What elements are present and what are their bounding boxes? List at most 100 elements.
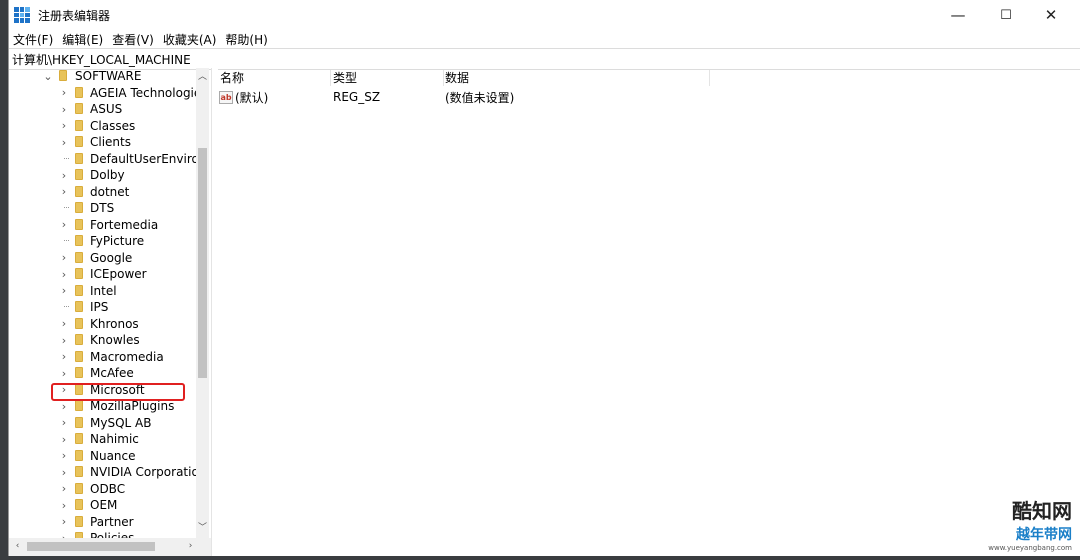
tree-item-mcafee[interactable]: › McAfee <box>9 365 199 381</box>
value-row-name[interactable]: ab (默认) <box>219 88 268 106</box>
column-header-type[interactable]: 类型 <box>333 68 357 86</box>
chevron-right-icon[interactable]: › <box>59 366 69 380</box>
tree-item-knowles[interactable]: › Knowles <box>9 332 199 348</box>
tree-item-label: AGEIA Technologie <box>90 85 202 100</box>
chevron-right-icon[interactable]: › <box>59 482 69 496</box>
tree-item-classes[interactable]: › Classes <box>9 118 199 134</box>
folder-icon <box>75 301 83 312</box>
chevron-right-icon[interactable]: › <box>59 317 69 331</box>
scroll-down-icon[interactable]: ﹀ <box>197 520 208 533</box>
chevron-right-icon[interactable]: › <box>59 86 69 100</box>
tree-item-dotnet[interactable]: › dotnet <box>9 184 199 200</box>
tree-item-ageia-technologie[interactable]: › AGEIA Technologie <box>9 85 202 101</box>
tree-item-label: Classes <box>90 118 136 133</box>
chevron-right-icon[interactable]: › <box>59 449 69 463</box>
tree-item-google[interactable]: › Google <box>9 250 199 266</box>
chevron-right-icon[interactable]: › <box>59 185 69 199</box>
scrollbar-thumb[interactable] <box>27 542 155 551</box>
chevron-right-icon[interactable]: › <box>59 135 69 149</box>
minimize-button[interactable]: — <box>935 0 981 30</box>
chevron-right-icon[interactable]: › <box>59 350 69 364</box>
address-bar[interactable]: 计算机\HKEY_LOCAL_MACHINE <box>9 48 1080 70</box>
scroll-left-icon[interactable]: ‹ <box>12 541 23 551</box>
tree-item-label: OEM <box>90 498 118 512</box>
folder-icon <box>75 169 83 180</box>
tree-horizontal-scrollbar[interactable]: ‹ › <box>9 538 211 556</box>
tree-item-fortemedia[interactable]: › Fortemedia <box>9 217 199 233</box>
chevron-right-icon[interactable]: › <box>59 498 69 512</box>
folder-icon <box>75 86 83 98</box>
menu-help[interactable]: 帮助(H) <box>225 31 272 48</box>
column-divider[interactable] <box>709 70 710 86</box>
column-divider[interactable] <box>443 70 444 86</box>
chevron-right-icon[interactable]: › <box>59 119 69 133</box>
tree-item-label: FyPicture <box>90 234 145 248</box>
chevron-right-icon[interactable]: › <box>59 432 69 446</box>
folder-icon <box>75 152 83 164</box>
column-header-name[interactable]: 名称 <box>220 68 244 86</box>
tree-item-khronos[interactable]: › Khronos <box>9 316 199 332</box>
chevron-right-icon[interactable]: › <box>59 218 69 232</box>
chevron-right-icon[interactable]: › <box>59 399 69 413</box>
tree-item-clients[interactable]: › Clients <box>9 134 199 150</box>
tree-item-nahimic[interactable]: › Nahimic <box>9 431 199 447</box>
tree-item-label: DefaultUserEnviron <box>90 151 207 166</box>
title-bar[interactable]: 注册表编辑器 — ☐ ✕ <box>9 0 1080 30</box>
tree-item-partner[interactable]: › Partner <box>9 514 199 530</box>
tree-item-dts[interactable]: DTS <box>9 200 199 216</box>
scrollbar-thumb[interactable] <box>198 148 207 378</box>
chevron-right-icon[interactable]: › <box>59 267 69 281</box>
tree-vertical-scrollbar[interactable]: ︿ ﹀ <box>196 68 209 538</box>
menu-edit[interactable]: 编辑(E) <box>62 31 108 48</box>
close-button[interactable]: ✕ <box>1028 0 1074 30</box>
chevron-down-icon[interactable]: ⌄ <box>43 69 53 83</box>
chevron-right-icon[interactable]: › <box>59 465 69 479</box>
column-header-data[interactable]: 数据 <box>445 68 469 86</box>
tree-item-defaultuserenviron[interactable]: DefaultUserEnviron <box>9 151 206 167</box>
chevron-right-icon[interactable]: › <box>59 102 69 116</box>
scroll-up-icon[interactable]: ︿ <box>197 69 208 82</box>
chevron-right-icon[interactable]: › <box>59 168 69 182</box>
tree-item-macromedia[interactable]: › Macromedia <box>9 349 199 365</box>
tree-item-nuance[interactable]: › Nuance <box>9 448 199 464</box>
folder-icon <box>75 119 83 131</box>
tree-connector-line <box>64 306 69 307</box>
tree-connector-line <box>64 207 69 208</box>
chevron-right-icon[interactable]: › <box>59 515 69 529</box>
tree-item-label: Google <box>90 250 133 265</box>
tree-item-label: ICEpower <box>90 267 147 281</box>
column-divider[interactable] <box>330 70 331 86</box>
maximize-button[interactable]: ☐ <box>983 0 1029 30</box>
tree-item-software[interactable]: ⌄ SOFTWARE <box>9 68 199 84</box>
tree-item-oem[interactable]: › OEM <box>9 497 199 513</box>
tree-item-intel[interactable]: › Intel <box>9 283 199 299</box>
watermark: 酷知网 越年带网 www.yueyangbang.com <box>988 495 1072 552</box>
menu-file[interactable]: 文件(F) <box>13 31 58 48</box>
chevron-right-icon[interactable]: › <box>59 333 69 347</box>
folder-icon <box>75 334 83 345</box>
tree-item-nvidia-corporatio[interactable]: › NVIDIA Corporatio <box>9 464 199 480</box>
chevron-right-icon[interactable]: › <box>59 416 69 430</box>
watermark-logo-text: 酷知网 <box>1012 499 1072 523</box>
menu-favorites[interactable]: 收藏夹(A) <box>163 31 222 48</box>
tree-item-label: Macromedia <box>90 349 164 364</box>
chevron-right-icon[interactable]: › <box>59 284 69 298</box>
folder-icon <box>75 185 83 197</box>
tree-item-label: Intel <box>90 283 117 298</box>
tree-item-label: McAfee <box>90 366 134 380</box>
menu-view[interactable]: 查看(V) <box>112 31 159 48</box>
scroll-right-icon[interactable]: › <box>185 541 196 551</box>
tree-item-mysql-ab[interactable]: › MySQL AB <box>9 415 199 431</box>
folder-icon <box>75 218 83 230</box>
chevron-right-icon[interactable]: › <box>59 251 69 265</box>
window-title: 注册表编辑器 <box>38 8 111 23</box>
registry-editor-icon <box>14 7 30 23</box>
tree-item-dolby[interactable]: › Dolby <box>9 167 199 183</box>
value-data: (数值未设置) <box>445 90 515 105</box>
tree-item-ips[interactable]: IPS <box>9 299 199 315</box>
tree-item-label: Fortemedia <box>90 217 159 232</box>
tree-item-fypicture[interactable]: FyPicture <box>9 233 199 249</box>
tree-item-icepower[interactable]: › ICEpower <box>9 266 199 282</box>
tree-item-odbc[interactable]: › ODBC <box>9 481 199 497</box>
tree-item-asus[interactable]: › ASUS <box>9 101 199 117</box>
